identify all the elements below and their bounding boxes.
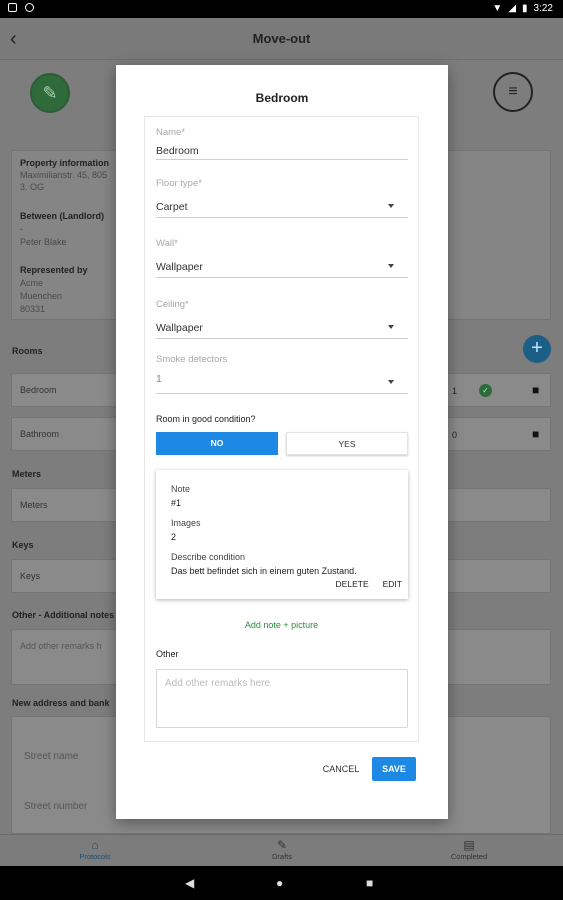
battery-icon: ▮ [522, 3, 528, 14]
name-field[interactable]: Name* Bedroom [156, 127, 408, 160]
represented-heading: Represented by [20, 265, 88, 275]
trash-icon[interactable]: ■ [532, 383, 539, 397]
room-count: 1 [452, 386, 458, 396]
note-card: Note #1 Images 2 Describe condition Das … [156, 470, 408, 599]
add-note-button[interactable]: Add note + picture [145, 620, 418, 630]
floor-type-select[interactable]: Floor type* Carpet [156, 178, 408, 218]
check-icon: ✓ [479, 384, 492, 397]
condition-no-button[interactable]: NO [156, 432, 278, 455]
room-form: Name* Bedroom Floor type* Carpet Wall* W… [144, 116, 419, 742]
nav-label: Protocols [79, 852, 111, 861]
smoke-detectors-label: Smoke detectors [156, 354, 228, 365]
note-actions: DELETE EDIT [336, 579, 402, 589]
app-bar: ‹ Move-out [0, 18, 563, 60]
nav-label: Completed [450, 852, 488, 861]
sync-icon [25, 3, 34, 12]
floor-type-label: Floor type* [156, 178, 202, 189]
room-count: 0 [452, 430, 458, 440]
floor-type-value: Carpet [156, 201, 188, 213]
other-label: Other [156, 649, 179, 659]
condition-question: Room in good condition? [156, 414, 256, 424]
dialog-title: Bedroom [255, 91, 309, 105]
wall-label: Wall* [156, 238, 178, 249]
new-address-heading: New address and bank [12, 698, 110, 708]
keys-heading: Keys [12, 540, 34, 550]
note-value: #1 [171, 498, 182, 508]
between-heading: Between (Landlord) [20, 211, 105, 221]
page-title: Move-out [252, 31, 311, 46]
room-label: Bathroom [20, 429, 60, 439]
represented-line1: Acme [20, 278, 44, 288]
edit-note-button[interactable]: EDIT [383, 579, 402, 589]
between-line1: - [20, 224, 23, 234]
nav-protocols[interactable]: ⌂ Protocols [55, 838, 135, 861]
bottom-navigation: ⌂ Protocols ✎ Drafts ▤ Completed [0, 834, 563, 866]
dropdown-arrow-icon [388, 204, 394, 208]
ceiling-value: Wallpaper [156, 322, 203, 334]
represented-line3: 80331 [20, 304, 46, 314]
meters-label: Meters [20, 500, 48, 510]
add-room-button[interactable]: + [523, 335, 551, 363]
room-label: Bedroom [20, 385, 57, 395]
nav-completed[interactable]: ▤ Completed [429, 838, 509, 861]
other-notes-placeholder: Add other remarks h [20, 641, 102, 651]
nav-label: Drafts [271, 852, 292, 861]
nav-drafts[interactable]: ✎ Drafts [242, 838, 322, 861]
home-button-icon[interactable]: ● [276, 876, 283, 890]
rooms-heading: Rooms [12, 346, 43, 356]
meters-heading: Meters [12, 469, 42, 479]
describe-value: Das bett befindet sich in einem guten Zu… [171, 566, 357, 576]
system-navigation-bar: ◀ ● ■ [0, 866, 563, 900]
pencil-icon: ✎ [276, 838, 288, 852]
wall-select[interactable]: Wall* Wallpaper [156, 238, 408, 278]
trash-icon[interactable]: ■ [532, 427, 539, 441]
wifi-icon: ▼ [492, 3, 503, 14]
note-label: Note [171, 484, 191, 494]
cancel-button[interactable]: CANCEL [316, 757, 366, 781]
back-icon[interactable]: ◀ [185, 876, 194, 890]
property-line1: Maximilianstr. 45, 805 [20, 170, 108, 180]
dropdown-arrow-icon [388, 264, 394, 268]
document-icon[interactable]: ≡ [493, 72, 533, 112]
delete-note-button[interactable]: DELETE [336, 579, 369, 589]
keys-label: Keys [20, 571, 41, 581]
document-icon: ▤ [463, 838, 475, 852]
wall-value: Wallpaper [156, 261, 203, 273]
other-remarks-input[interactable]: Add other remarks here [156, 669, 408, 728]
images-value: 2 [171, 532, 177, 542]
recents-icon[interactable]: ■ [366, 876, 373, 890]
clock: 3:22 [533, 3, 553, 14]
home-icon: ⌂ [91, 838, 99, 852]
condition-yes-button[interactable]: YES [286, 432, 408, 455]
describe-label: Describe condition [171, 552, 246, 562]
name-label: Name* [156, 127, 186, 138]
property-line2: 3. OG [20, 182, 45, 192]
dropdown-arrow-icon [388, 380, 394, 384]
street-number-field[interactable]: Street number [24, 801, 87, 812]
smoke-detectors-select[interactable]: Smoke detectors 1 [156, 354, 408, 394]
ceiling-select[interactable]: Ceiling* Wallpaper [156, 299, 408, 339]
save-button[interactable]: SAVE [372, 757, 416, 781]
room-dialog: Bedroom Name* Bedroom Floor type* Carpet… [116, 65, 448, 819]
images-label: Images [171, 518, 201, 528]
name-value[interactable]: Bedroom [156, 145, 408, 161]
street-name-field[interactable]: Street name [24, 751, 78, 762]
status-bar: ▼ ◢ ▮ 3:22 [0, 0, 563, 18]
between-line2: Peter Blake [20, 237, 67, 247]
edit-document-icon[interactable]: ✎ [30, 73, 70, 113]
represented-line2: Muenchen [20, 291, 63, 301]
notification-icon [8, 3, 17, 12]
dropdown-arrow-icon [388, 325, 394, 329]
other-notes-heading: Other - Additional notes [12, 610, 115, 620]
ceiling-label: Ceiling* [156, 299, 189, 310]
property-heading: Property information [20, 158, 110, 168]
smoke-detectors-value: 1 [156, 373, 162, 385]
signal-icon: ◢ [508, 3, 517, 14]
